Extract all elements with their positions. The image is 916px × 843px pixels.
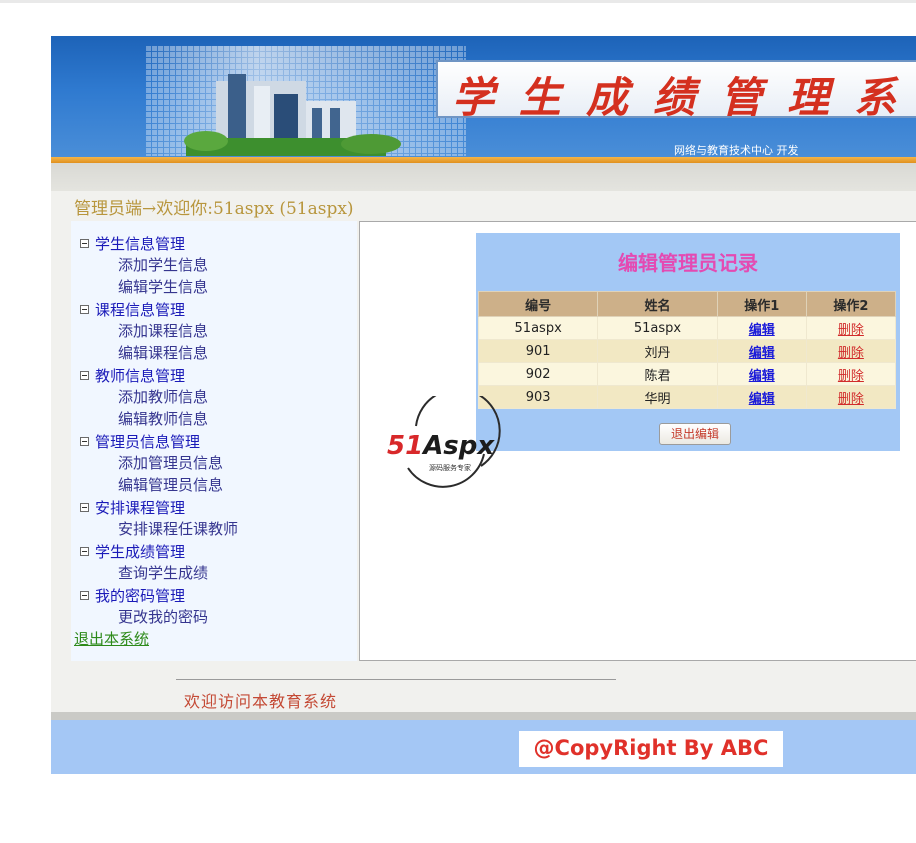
admin-table: 编号 姓名 操作1 操作2 51aspx 51aspx 编辑 删除 901 刘丹… (477, 291, 897, 409)
table-row: 902 陈君 编辑 删除 (477, 362, 897, 386)
collapse-icon[interactable] (80, 370, 89, 380)
menu-assign-teacher[interactable]: 安排课程任课教师 (118, 518, 238, 540)
cell-action2: 删除 (805, 362, 897, 386)
table-row: 901 刘丹 编辑 删除 (477, 339, 897, 363)
top-rule (0, 0, 916, 3)
header-banner: 学生成绩管理系统 网络与教育技术中心 开发 (51, 36, 916, 157)
footer-rule (176, 679, 616, 680)
logo-brand-text: 51Aspx (387, 431, 495, 461)
page: 学生成绩管理系统 网络与教育技术中心 开发 管理员端→欢迎你:51aspx (5… (51, 36, 916, 774)
menu-edit-admin[interactable]: 编辑管理员信息 (118, 474, 223, 496)
menu-edit-course[interactable]: 编辑课程信息 (118, 342, 208, 364)
sidebar-menu: 学生信息管理 添加学生信息 编辑学生信息 课程信息管理 添加课程信息 编辑课程信… (71, 221, 357, 661)
menu-add-teacher[interactable]: 添加教师信息 (118, 386, 208, 408)
cell-action1: 编辑 (716, 316, 807, 340)
cell-action2: 删除 (805, 385, 897, 409)
table-header-row: 编号 姓名 操作1 操作2 (477, 291, 897, 317)
collapse-icon[interactable] (80, 436, 89, 446)
column-header-name: 姓名 (597, 291, 718, 317)
collapse-icon[interactable] (80, 238, 89, 248)
menu-query-grades[interactable]: 查询学生成绩 (118, 562, 208, 584)
edit-link[interactable]: 编辑 (749, 369, 775, 384)
cell-name: 刘丹 (597, 339, 718, 363)
delete-link[interactable]: 删除 (838, 346, 864, 361)
delete-link[interactable]: 删除 (838, 392, 864, 407)
collapse-icon[interactable] (80, 590, 89, 600)
cell-name: 陈君 (597, 362, 718, 386)
cell-id: 901 (477, 339, 599, 363)
tree-group-grades[interactable]: 学生成绩管理 (80, 540, 185, 562)
edit-admin-panel: 编辑管理员记录 编号 姓名 操作1 操作2 51aspx 51aspx 编辑 删… (476, 233, 900, 451)
tree-group-student-info[interactable]: 学生信息管理 (80, 232, 185, 254)
footer-welcome: 欢迎访问本教育系统 (184, 692, 338, 711)
cell-name: 华明 (597, 385, 718, 409)
copyright-badge: @CopyRight By ABC (519, 731, 783, 767)
cell-name: 51aspx (597, 316, 718, 340)
system-title-panel: 学生成绩管理系统 (436, 60, 916, 122)
tree-group-teacher-info[interactable]: 教师信息管理 (80, 364, 185, 386)
cell-id: 902 (477, 362, 599, 386)
delete-link[interactable]: 删除 (838, 323, 864, 338)
tree-group-label: 安排课程管理 (95, 498, 186, 517)
column-header-action1: 操作1 (716, 291, 807, 317)
watermark-logo: 51Aspx 源码服务专家 (387, 396, 501, 488)
cell-id: 51aspx (477, 316, 599, 340)
menu-edit-student[interactable]: 编辑学生信息 (118, 276, 208, 298)
tree-group-admin-info[interactable]: 管理员信息管理 (80, 430, 200, 452)
tree-group-label: 教师信息管理 (95, 366, 186, 385)
cell-action1: 编辑 (716, 362, 807, 386)
gray-strip (51, 163, 916, 191)
menu-add-course[interactable]: 添加课程信息 (118, 320, 208, 342)
tree-group-course-info[interactable]: 课程信息管理 (80, 298, 185, 320)
tree-group-label: 管理员信息管理 (95, 432, 201, 451)
column-header-action2: 操作2 (805, 291, 897, 317)
collapse-icon[interactable] (80, 304, 89, 314)
tree-group-course-schedule[interactable]: 安排课程管理 (80, 496, 185, 518)
table-row: 51aspx 51aspx 编辑 删除 (477, 316, 897, 340)
menu-change-password[interactable]: 更改我的密码 (118, 606, 208, 628)
menu-edit-teacher[interactable]: 编辑教师信息 (118, 408, 208, 430)
footer-bar (51, 720, 916, 774)
delete-link[interactable]: 删除 (838, 369, 864, 384)
cell-action1: 编辑 (716, 339, 807, 363)
cell-action1: 编辑 (716, 385, 807, 409)
collapse-icon[interactable] (80, 502, 89, 512)
edit-link[interactable]: 编辑 (749, 392, 775, 407)
tree-group-label: 学生成绩管理 (95, 542, 186, 561)
logout-link[interactable]: 退出本系统 (74, 628, 149, 650)
edit-link[interactable]: 编辑 (749, 323, 775, 338)
campus-building-image (146, 46, 466, 156)
tree-group-label: 课程信息管理 (95, 300, 186, 319)
edit-link[interactable]: 编辑 (749, 346, 775, 361)
logo-tagline: 源码服务专家 (429, 463, 471, 472)
welcome-message: 管理员端→欢迎你:51aspx (51aspx) (74, 199, 354, 219)
system-title: 学生成绩管理系统 (452, 73, 916, 122)
tree-group-password[interactable]: 我的密码管理 (80, 584, 185, 606)
footer-divider (51, 712, 916, 720)
collapse-icon[interactable] (80, 546, 89, 556)
menu-add-student[interactable]: 添加学生信息 (118, 254, 208, 276)
cell-action2: 删除 (805, 339, 897, 363)
table-row: 903 华明 编辑 删除 (477, 385, 897, 409)
exit-edit-button[interactable]: 退出编辑 (659, 423, 731, 445)
column-header-id: 编号 (477, 291, 599, 317)
panel-title: 编辑管理员记录 (618, 251, 758, 275)
cell-action2: 删除 (805, 316, 897, 340)
tree-group-label: 学生信息管理 (95, 234, 186, 253)
developer-credit: 网络与教育技术中心 开发 (674, 144, 799, 157)
menu-add-admin[interactable]: 添加管理员信息 (118, 452, 223, 474)
tree-group-label: 我的密码管理 (95, 586, 186, 605)
